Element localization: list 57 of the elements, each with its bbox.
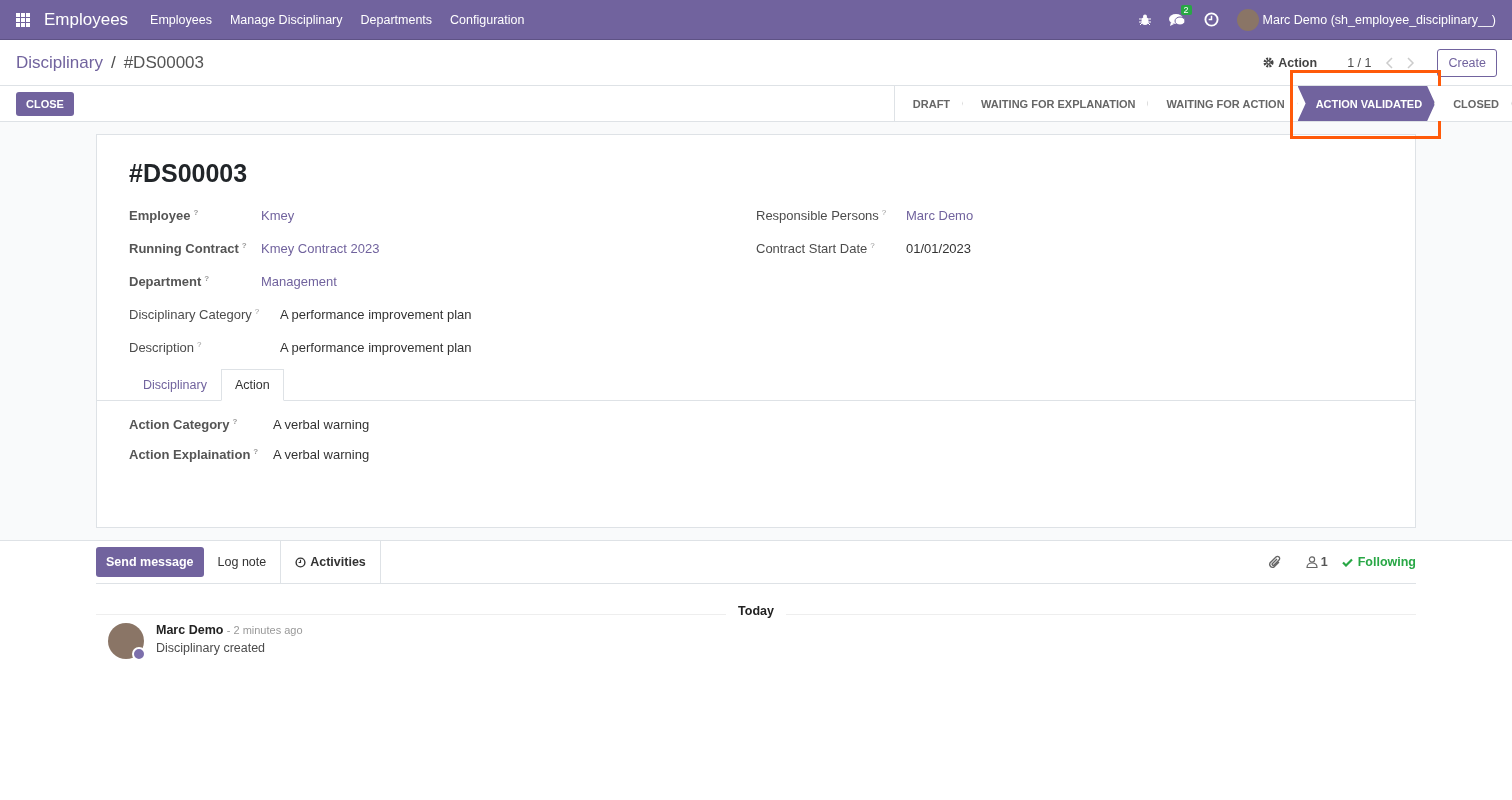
- log-note-button[interactable]: Log note: [203, 541, 281, 583]
- field-value[interactable]: Management: [261, 274, 337, 290]
- message-author: Marc Demo: [156, 623, 224, 637]
- tab[interactable]: Action: [220, 369, 284, 401]
- field-value: A verbal warning: [273, 417, 370, 433]
- user-menu[interactable]: Marc Demo (sh_employee_disciplinary__): [1262, 12, 1496, 27]
- following-button[interactable]: Following: [1341, 555, 1416, 569]
- pager: 1 / 1: [1347, 55, 1372, 70]
- field-value: A performance improvement plan: [280, 307, 472, 323]
- menu-item[interactable]: Employees: [150, 12, 212, 27]
- breadcrumb-link[interactable]: Disciplinary: [16, 52, 103, 73]
- clock-icon[interactable]: [1203, 12, 1219, 27]
- activities-button[interactable]: Activities: [280, 541, 381, 583]
- check-icon: [1341, 557, 1353, 567]
- paperclip-icon[interactable]: [1267, 554, 1282, 570]
- menu-item[interactable]: Departments: [360, 12, 433, 27]
- field-value[interactable]: Kmey: [261, 208, 295, 224]
- app-grid-icon[interactable]: [16, 12, 30, 27]
- field-label: Employee $^{?}$: [129, 208, 200, 224]
- menu-item[interactable]: Configuration: [450, 12, 525, 27]
- message-time: - 2 minutes ago: [226, 624, 303, 636]
- gear-icon: [1263, 57, 1275, 68]
- message-body: Disciplinary created: [156, 641, 267, 655]
- field-label: Disciplinary Category $^{?}$: [129, 307, 261, 323]
- bug-icon[interactable]: [1138, 13, 1151, 26]
- field-label: Contract Start Date $^{?}$: [756, 241, 876, 257]
- field-value: 01/01/2023: [906, 241, 972, 257]
- date-separator: Today: [726, 604, 786, 618]
- field-label: Description $^{?}$: [129, 340, 203, 356]
- field-value[interactable]: Kmey Contract 2023: [261, 241, 380, 257]
- field-label: Action Explaination $^{?}$: [129, 447, 260, 463]
- action-menu-button[interactable]: Action: [1257, 54, 1324, 71]
- breadcrumb-separator: /: [110, 52, 116, 73]
- followers-button[interactable]: 1: [1299, 554, 1334, 570]
- field-label: Responsible Persons $^{?}$: [756, 208, 888, 224]
- field-value: A verbal warning: [273, 447, 370, 463]
- send-message-button[interactable]: Send message: [96, 547, 204, 577]
- field-value: A performance improvement plan: [280, 340, 472, 356]
- breadcrumb-current: #DS00003: [123, 52, 204, 73]
- person-icon: [1305, 556, 1318, 568]
- avatar: [1236, 8, 1259, 31]
- chat-icon[interactable]: [1168, 12, 1186, 27]
- record-title: #DS00003: [129, 159, 249, 188]
- message-count-badge: 2: [1180, 4, 1192, 15]
- app-title[interactable]: Employees: [44, 9, 129, 30]
- close-button[interactable]: CLOSE: [16, 91, 74, 116]
- field-label: Action Category $^{?}$: [129, 417, 239, 433]
- tab[interactable]: Disciplinary: [129, 369, 221, 401]
- clock-icon: [295, 556, 307, 568]
- field-label: Running Contract $^{?}$: [129, 241, 248, 257]
- menu-item[interactable]: Manage Disciplinary: [229, 12, 343, 27]
- status-stage[interactable]: ACTION VALIDATED: [1297, 86, 1436, 121]
- create-button[interactable]: Create: [1437, 48, 1497, 77]
- status-dot: [132, 647, 146, 661]
- field-value[interactable]: Marc Demo: [906, 208, 974, 224]
- field-label: Department $^{?}$: [129, 274, 211, 290]
- status-stage[interactable]: CLOSED: [1435, 86, 1512, 121]
